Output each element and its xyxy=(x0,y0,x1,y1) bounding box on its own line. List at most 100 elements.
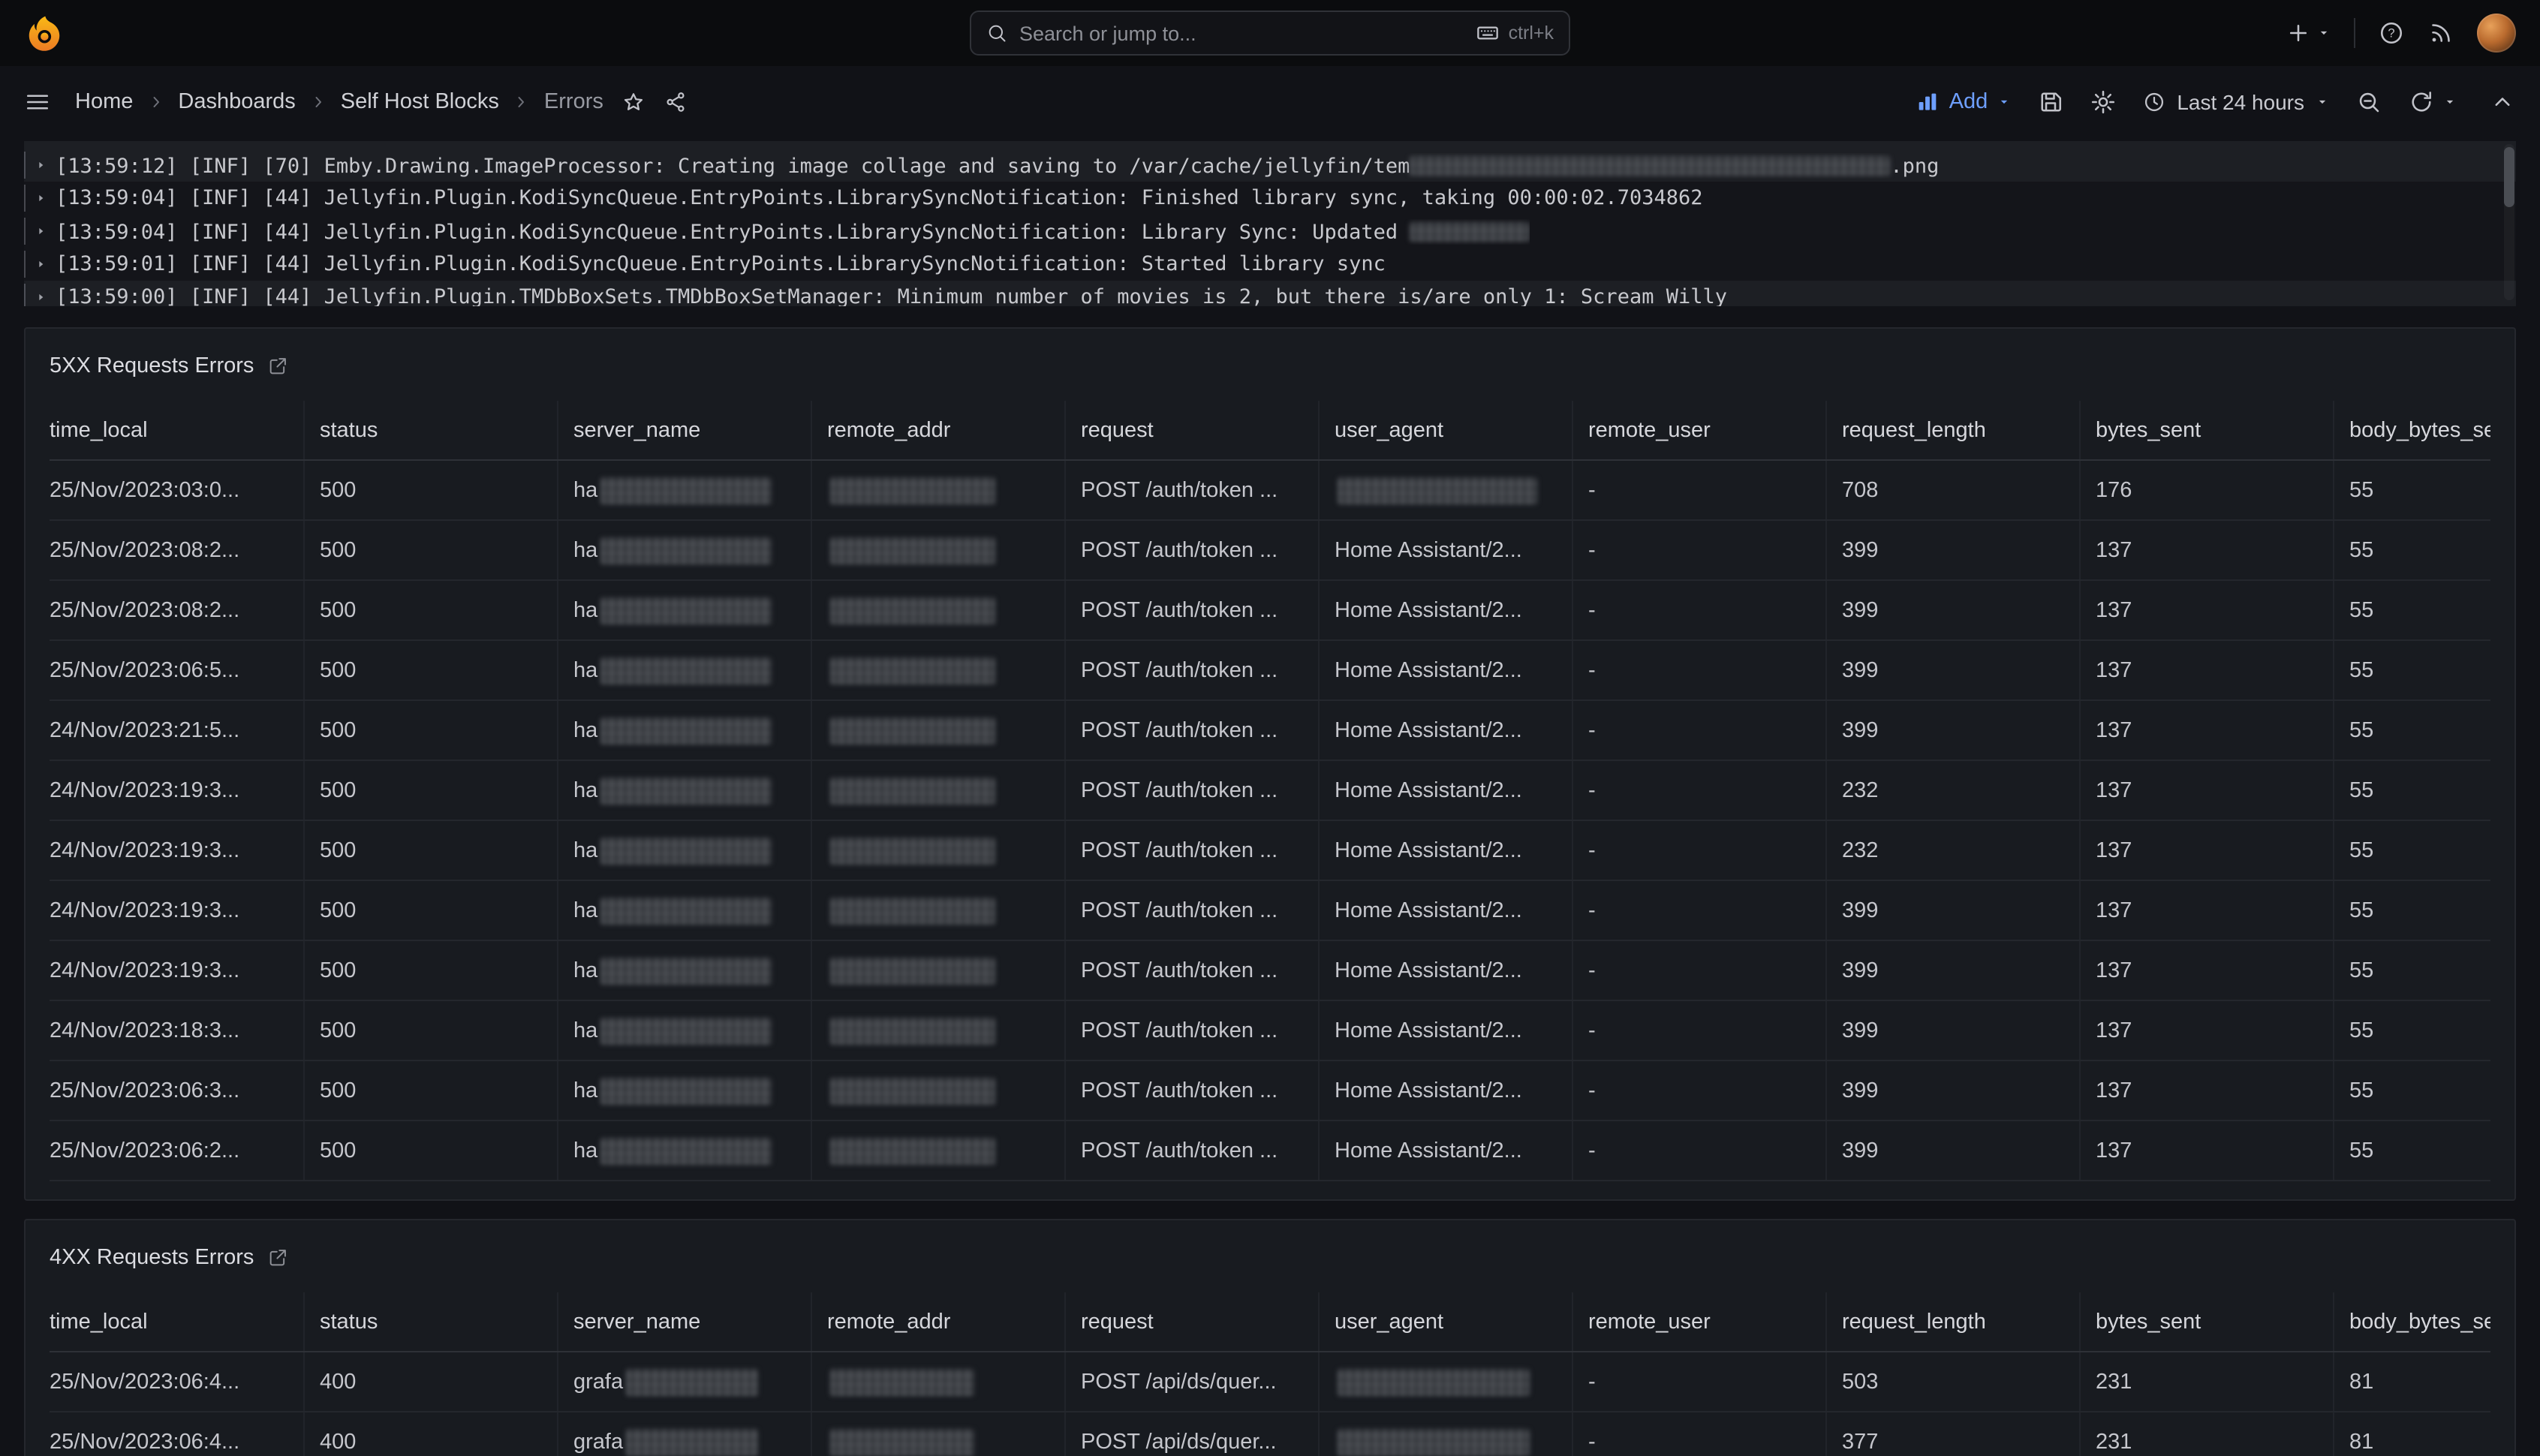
panel-5xx: 5XX Requests Errors time_localstatusserv… xyxy=(24,327,2516,1201)
cell-server_name: ha xyxy=(557,461,811,519)
cell-user_agent: Home Assistant/2... xyxy=(1318,701,1572,760)
star-icon[interactable] xyxy=(621,90,646,114)
redacted-value xyxy=(830,1368,974,1395)
share-icon[interactable] xyxy=(664,90,688,114)
user-avatar[interactable] xyxy=(2477,14,2516,53)
breadcrumb-item[interactable]: Self Host Blocks xyxy=(341,90,499,114)
cell-user_agent: Home Assistant/2... xyxy=(1318,881,1572,940)
cell-bytes_sent: 137 xyxy=(2079,761,2333,820)
zoom-out-icon[interactable] xyxy=(2355,89,2382,116)
save-dashboard-icon[interactable] xyxy=(2037,89,2064,116)
cell-status: 500 xyxy=(303,821,557,880)
column-header-request[interactable]: request xyxy=(1064,1292,1318,1351)
expand-caret-icon[interactable] xyxy=(26,257,56,272)
cell-server_name: ha xyxy=(557,941,811,1000)
column-header-time_local[interactable]: time_local xyxy=(50,418,303,442)
column-header-time_local[interactable]: time_local xyxy=(50,1310,303,1334)
refresh-interval-caret-icon[interactable] xyxy=(2442,95,2457,110)
panel-header: 4XX Requests Errors xyxy=(50,1235,2490,1280)
table-row: 25/Nov/2023:06:5...500haPOST /auth/token… xyxy=(50,641,2490,701)
column-header-user_agent[interactable]: user_agent xyxy=(1318,1292,1572,1351)
refresh-icon[interactable] xyxy=(2408,89,2435,116)
settings-icon[interactable] xyxy=(2090,89,2117,116)
log-row[interactable]: [13:59:00] [INF] [44] Jellyfin.Plugin.TM… xyxy=(24,281,2516,306)
column-header-server_name[interactable]: server_name xyxy=(557,1292,811,1351)
cell-time_local: 24/Nov/2023:19:3... xyxy=(50,898,303,922)
cell-status: 500 xyxy=(303,941,557,1000)
column-header-remote_user[interactable]: remote_user xyxy=(1572,401,1825,459)
time-range-picker[interactable]: Last 24 hours xyxy=(2142,90,2330,114)
cell-user_agent: Home Assistant/2... xyxy=(1318,581,1572,639)
table-5xx: time_localstatusserver_nameremote_addrre… xyxy=(50,401,2490,1181)
column-header-bytes_sent[interactable]: bytes_sent xyxy=(2079,401,2333,459)
expand-caret-icon[interactable] xyxy=(26,290,56,305)
cell-status: 400 xyxy=(303,1412,557,1456)
column-header-body_bytes_se[interactable]: body_bytes_se xyxy=(2333,401,2490,459)
cell-request: POST /api/ds/quer... xyxy=(1064,1352,1318,1411)
breadcrumb-item[interactable]: Home xyxy=(75,90,133,114)
log-line-text: [13:59:04] [INF] [44] Jellyfin.Plugin.Ko… xyxy=(56,218,1530,244)
redacted-value xyxy=(600,1077,772,1104)
column-header-user_agent[interactable]: user_agent xyxy=(1318,401,1572,459)
p5-body: 25/Nov/2023:03:0...500haPOST /auth/token… xyxy=(50,461,2490,1181)
column-header-request_length[interactable]: request_length xyxy=(1825,401,2079,459)
expand-caret-icon[interactable] xyxy=(26,224,56,239)
log-row[interactable]: [13:59:12] [INF] [70] Emby.Drawing.Image… xyxy=(24,149,2516,182)
grafana-logo[interactable] xyxy=(24,13,65,53)
redacted-value xyxy=(830,897,995,924)
menu-icon[interactable] xyxy=(24,89,51,116)
help-icon[interactable]: ? xyxy=(2378,20,2405,47)
redacted-value xyxy=(1338,1368,1530,1395)
log-row[interactable]: [13:59:04] [INF] [44] Jellyfin.Plugin.Ko… xyxy=(24,215,2516,248)
cell-server_name: ha xyxy=(557,1001,811,1060)
divider xyxy=(2354,18,2355,48)
breadcrumb-item[interactable]: Dashboards xyxy=(178,90,295,114)
column-header-server_name[interactable]: server_name xyxy=(557,401,811,459)
plus-icon xyxy=(2285,20,2312,47)
cell-status: 500 xyxy=(303,641,557,699)
chevron-right-icon xyxy=(146,93,164,111)
column-header-body_bytes_se[interactable]: body_bytes_se xyxy=(2333,1292,2490,1351)
column-header-status[interactable]: status xyxy=(303,1292,557,1351)
search-input[interactable]: Search or jump to... ctrl+k xyxy=(970,11,1570,56)
column-header-remote_addr[interactable]: remote_addr xyxy=(811,401,1064,459)
table-row: 24/Nov/2023:19:3...500haPOST /auth/token… xyxy=(50,941,2490,1001)
cell-status: 500 xyxy=(303,1121,557,1180)
external-link-icon[interactable] xyxy=(267,356,288,377)
column-header-remote_user[interactable]: remote_user xyxy=(1572,1292,1825,1351)
column-header-request_length[interactable]: request_length xyxy=(1825,1292,2079,1351)
collapse-up-icon[interactable] xyxy=(2489,89,2516,116)
expand-caret-icon[interactable] xyxy=(26,191,56,206)
external-link-icon[interactable] xyxy=(267,1247,288,1268)
redacted-value xyxy=(1338,1428,1530,1455)
keyboard-icon xyxy=(1476,21,1500,45)
column-header-remote_addr[interactable]: remote_addr xyxy=(811,1292,1064,1351)
column-header-status[interactable]: status xyxy=(303,401,557,459)
cell-status: 500 xyxy=(303,761,557,820)
log-row[interactable]: [13:59:04] [INF] [44] Jellyfin.Plugin.Ko… xyxy=(24,182,2516,215)
cell-body_bytes_sent: 81 xyxy=(2333,1352,2490,1411)
redacted-value xyxy=(830,537,995,564)
search-shortcut: ctrl+k xyxy=(1509,23,1554,44)
cell-request: POST /auth/token ... xyxy=(1064,881,1318,940)
news-icon[interactable] xyxy=(2427,20,2454,47)
cell-body_bytes_sent: 55 xyxy=(2333,761,2490,820)
redacted-value xyxy=(600,477,772,504)
scrollbar[interactable] xyxy=(2504,144,2514,300)
log-row[interactable]: [13:59:01] [INF] [44] Jellyfin.Plugin.Ko… xyxy=(24,248,2516,281)
scrollbar-thumb[interactable] xyxy=(2504,147,2514,207)
expand-caret-icon[interactable] xyxy=(26,158,56,173)
cell-server_name: ha xyxy=(557,581,811,639)
dashboard-toolbar: HomeDashboardsSelf Host BlocksErrors Add xyxy=(0,66,2540,138)
cell-user_agent: Home Assistant/2... xyxy=(1318,1001,1572,1060)
redacted-value xyxy=(830,957,995,984)
column-header-request[interactable]: request xyxy=(1064,401,1318,459)
panel-4xx: 4XX Requests Errors time_localstatusserv… xyxy=(24,1219,2516,1456)
column-header-bytes_sent[interactable]: bytes_sent xyxy=(2079,1292,2333,1351)
cell-time_local: 25/Nov/2023:03:0... xyxy=(50,478,303,502)
cell-bytes_sent: 137 xyxy=(2079,881,2333,940)
new-menu-button[interactable] xyxy=(2285,20,2331,47)
add-button[interactable]: Add xyxy=(1916,90,2012,114)
time-range-label: Last 24 hours xyxy=(2177,90,2304,114)
cell-body_bytes_sent: 55 xyxy=(2333,941,2490,1000)
